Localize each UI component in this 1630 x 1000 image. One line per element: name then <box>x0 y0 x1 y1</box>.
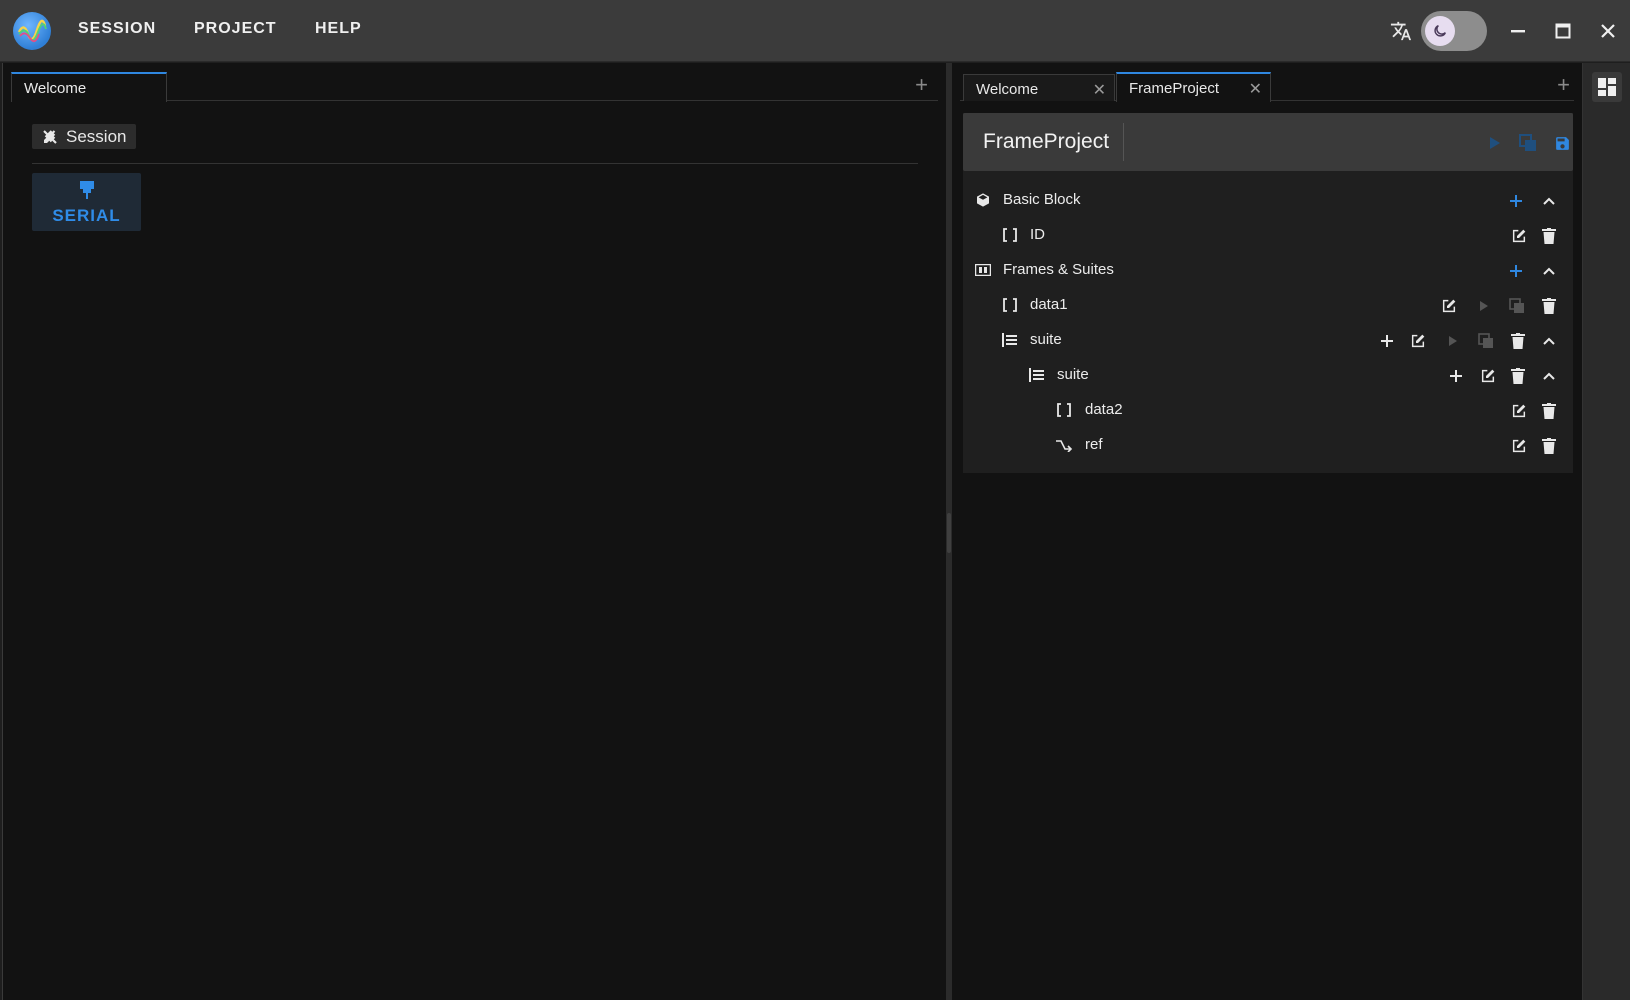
add-icon[interactable] <box>1506 191 1526 211</box>
close-icon[interactable] <box>1592 16 1624 46</box>
right-panel: Welcome ✕ FrameProject ✕ + FrameProject <box>952 63 1582 1000</box>
edit-icon[interactable] <box>1509 436 1529 456</box>
copy-icon[interactable] <box>1507 296 1527 316</box>
plug-off-icon <box>43 130 57 144</box>
section-basic-block[interactable]: Basic Block <box>963 183 1573 217</box>
item-label: ref <box>1085 436 1103 453</box>
add-tab-button[interactable]: + <box>1557 72 1570 98</box>
divider <box>32 163 918 164</box>
translate-icon[interactable] <box>1385 16 1417 46</box>
edit-icon[interactable] <box>1509 226 1529 246</box>
right-side-bar <box>1582 63 1630 1000</box>
tree-item-ref[interactable]: ref <box>963 428 1573 462</box>
brackets-icon <box>1001 226 1019 244</box>
session-label: Session <box>66 127 127 146</box>
tab-welcome[interactable]: Welcome <box>11 72 167 102</box>
item-label: ID <box>1030 226 1045 243</box>
chevron-up-icon[interactable] <box>1539 331 1559 351</box>
item-label: suite <box>1057 366 1089 383</box>
save-icon[interactable] <box>1552 133 1572 153</box>
menu-session[interactable]: SESSION <box>78 20 156 38</box>
tree-item-suite-nested[interactable]: suite <box>963 358 1573 392</box>
tree-item-id[interactable]: ID <box>963 218 1573 252</box>
moon-icon <box>1425 16 1455 46</box>
tab-label: Welcome <box>976 81 1039 98</box>
item-label: suite <box>1030 331 1062 348</box>
section-frames-suites[interactable]: Frames & Suites <box>963 253 1573 287</box>
delete-icon[interactable] <box>1539 226 1559 246</box>
splitter-grip[interactable] <box>947 513 951 553</box>
project-title: FrameProject <box>983 130 1110 153</box>
delete-icon[interactable] <box>1508 366 1528 386</box>
project-header: FrameProject <box>963 113 1573 171</box>
suite-icon <box>1001 331 1019 349</box>
add-tab-button[interactable]: + <box>915 72 928 98</box>
tab-label: Welcome <box>24 80 87 97</box>
close-tab-icon[interactable]: ✕ <box>1249 79 1262 99</box>
theme-toggle[interactable] <box>1421 11 1487 51</box>
left-tab-strip: Welcome + <box>11 72 938 102</box>
right-tab-strip: Welcome ✕ FrameProject ✕ + <box>960 72 1574 102</box>
menu-help[interactable]: HELP <box>315 20 362 38</box>
section-label: Frames & Suites <box>1003 261 1114 278</box>
tab-welcome-right[interactable]: Welcome ✕ <box>963 74 1115 101</box>
tab-label: FrameProject <box>1129 80 1220 97</box>
layout-grid-icon[interactable] <box>1592 72 1622 102</box>
cube-icon <box>974 191 992 209</box>
add-icon[interactable] <box>1506 261 1526 281</box>
session-section-label: Session <box>32 124 137 149</box>
header-divider <box>1123 123 1124 161</box>
delete-icon[interactable] <box>1539 436 1559 456</box>
tab-frameproject[interactable]: FrameProject ✕ <box>1116 72 1271 102</box>
tree-item-suite[interactable]: suite <box>963 323 1573 357</box>
item-label: data2 <box>1085 401 1123 418</box>
project-card: FrameProject Basic Block ID Frames & Sui… <box>963 113 1573 473</box>
delete-icon[interactable] <box>1539 296 1559 316</box>
serial-label: SERIAL <box>52 206 121 225</box>
edit-icon[interactable] <box>1478 366 1498 386</box>
copy-icon[interactable] <box>1476 331 1496 351</box>
close-tab-icon[interactable]: ✕ <box>1093 80 1106 100</box>
tree-item-data2[interactable]: data2 <box>963 393 1573 427</box>
app-logo <box>13 12 51 50</box>
item-label: data1 <box>1030 296 1068 313</box>
chevron-up-icon[interactable] <box>1539 191 1559 211</box>
copy-icon[interactable] <box>1518 133 1538 153</box>
brackets-icon <box>1055 401 1073 419</box>
chevron-up-icon[interactable] <box>1539 261 1559 281</box>
minimize-icon[interactable] <box>1502 16 1534 46</box>
play-icon[interactable] <box>1474 296 1494 316</box>
add-icon[interactable] <box>1446 366 1466 386</box>
title-bar: SESSION PROJECT HELP <box>0 0 1630 62</box>
edit-icon[interactable] <box>1439 296 1459 316</box>
frames-icon <box>974 261 992 279</box>
left-panel: Welcome + Session SERIAL <box>2 63 946 1000</box>
suite-icon <box>1028 366 1046 384</box>
add-icon[interactable] <box>1377 331 1397 351</box>
delete-icon[interactable] <box>1508 331 1528 351</box>
play-icon[interactable] <box>1443 331 1463 351</box>
menu-project[interactable]: PROJECT <box>194 20 277 38</box>
delete-icon[interactable] <box>1539 401 1559 421</box>
section-label: Basic Block <box>1003 191 1081 208</box>
reference-icon <box>1055 436 1073 454</box>
serial-port-icon <box>80 181 94 199</box>
chevron-up-icon[interactable] <box>1539 366 1559 386</box>
serial-session-button[interactable]: SERIAL <box>32 173 141 231</box>
edit-icon[interactable] <box>1509 401 1529 421</box>
play-icon[interactable] <box>1485 133 1505 153</box>
brackets-icon <box>1001 296 1019 314</box>
tree-item-data1[interactable]: data1 <box>963 288 1573 322</box>
edit-icon[interactable] <box>1408 331 1428 351</box>
maximize-icon[interactable] <box>1547 16 1579 46</box>
